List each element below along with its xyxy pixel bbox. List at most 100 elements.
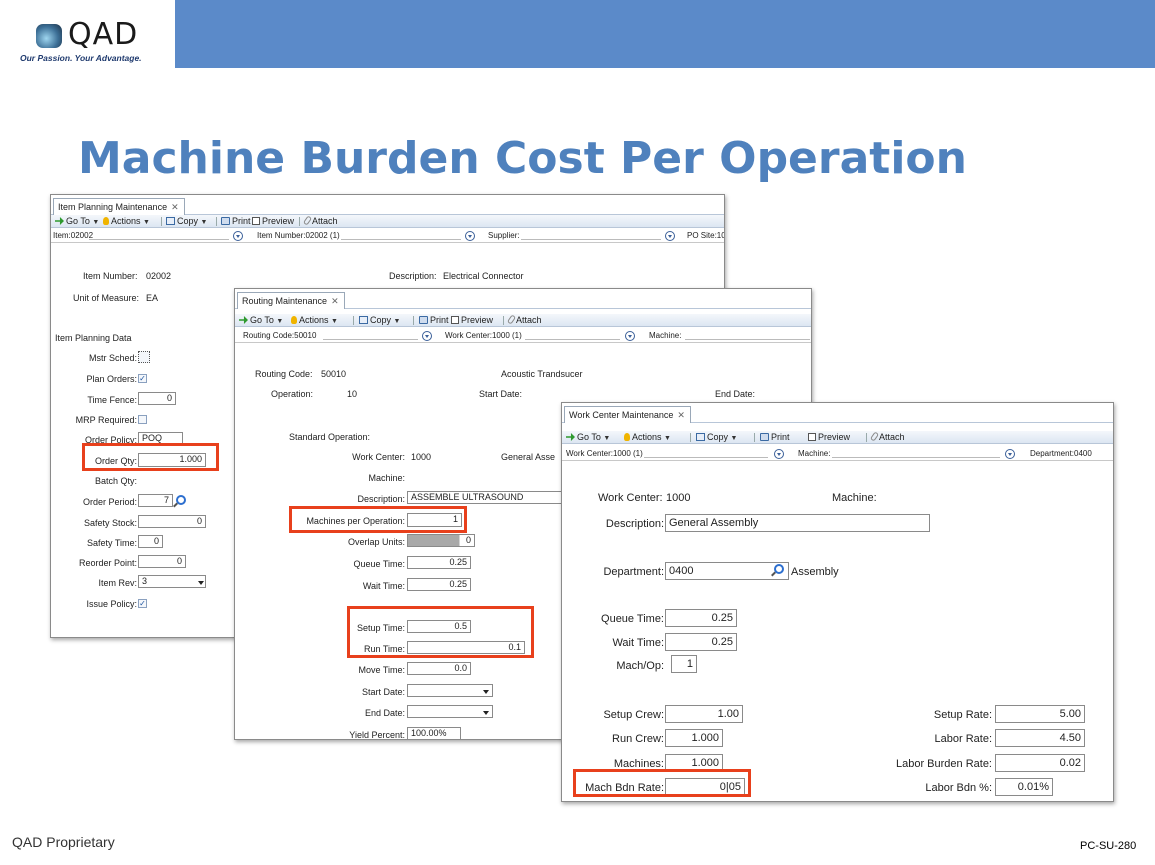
queue-time-field[interactable]: 0.25	[665, 609, 737, 627]
actions-button[interactable]: Actions ▼	[291, 315, 338, 325]
labor-burden-rate-field[interactable]: 0.02	[995, 754, 1085, 772]
mach-op-label: Mach/Op:	[616, 660, 664, 672]
mach-op-field[interactable]: 1	[671, 655, 697, 673]
search-icon[interactable]	[176, 495, 186, 505]
goto-button[interactable]: Go To ▼	[566, 432, 610, 442]
wait-time-field[interactable]: 0.25	[665, 633, 737, 651]
copy-button[interactable]: Copy ▼	[359, 315, 400, 325]
filter-item-number: Item Number:02002 (1)	[257, 231, 340, 240]
filter-dropdown-icon[interactable]	[233, 231, 243, 241]
qad-logo: QAD Our Passion. Your Advantage.	[0, 0, 175, 68]
actions-button[interactable]: Actions ▼	[624, 432, 671, 442]
chevron-down-icon[interactable]	[483, 711, 489, 715]
paperclip-icon	[302, 215, 313, 226]
work-center-description: General Asse	[501, 452, 556, 462]
department-field[interactable]: 0400	[665, 562, 789, 580]
copy-button[interactable]: Copy ▼	[696, 432, 737, 442]
wait-time-label: Wait Time:	[362, 581, 405, 591]
queue-time-label: Queue Time:	[601, 613, 664, 625]
filter-bar: Routing Code:50010 Work Center:1000 (1) …	[235, 329, 811, 343]
safety-time-field[interactable]: 0	[138, 535, 163, 548]
setup-rate-field[interactable]: 5.00	[995, 705, 1085, 723]
filter-dropdown-icon[interactable]	[625, 331, 635, 341]
item-rev-select[interactable]: 3	[138, 575, 206, 588]
filter-dropdown-icon[interactable]	[774, 449, 784, 459]
labor-rate-field[interactable]: 4.50	[995, 729, 1085, 747]
end-date-field[interactable]	[407, 705, 493, 718]
goto-button[interactable]: Go To ▼	[239, 315, 283, 325]
filter-machine: Machine:	[649, 331, 682, 340]
order-period-field[interactable]: 7	[138, 494, 173, 507]
filter-dropdown-icon[interactable]	[665, 231, 675, 241]
labor-bdn-pct-label: Labor Bdn %:	[925, 782, 992, 794]
routing-code-value: 50010	[321, 369, 347, 379]
tab-routing[interactable]: Routing Maintenance ✕	[237, 292, 345, 309]
reorder-point-field[interactable]: 0	[138, 555, 186, 568]
plan-orders-checkbox[interactable]: ✓	[138, 374, 147, 383]
plan-orders-label: Plan Orders:	[86, 374, 137, 384]
preview-button[interactable]: Preview	[808, 432, 850, 442]
print-button[interactable]: Print	[419, 315, 449, 325]
print-button[interactable]: Print	[760, 432, 790, 442]
tab-item-planning[interactable]: Item Planning Maintenance ✕	[53, 198, 185, 215]
queue-time-field[interactable]: 0.25	[407, 556, 471, 569]
attach-button[interactable]: Attach	[506, 314, 542, 325]
close-icon[interactable]: ✕	[677, 410, 685, 420]
start-date-label: Start Date:	[361, 687, 405, 697]
preview-button[interactable]: Preview	[252, 216, 294, 226]
goto-button[interactable]: Go To ▼	[55, 216, 99, 226]
move-time-field[interactable]: 0.0	[407, 662, 471, 675]
wait-time-field[interactable]: 0.25	[407, 578, 471, 591]
work-center-value: 1000	[666, 492, 691, 504]
mrp-required-label: MRP Required:	[75, 415, 137, 425]
mstr-sched-checkbox[interactable]	[138, 351, 150, 363]
chevron-down-icon[interactable]	[198, 581, 204, 585]
issue-policy-checkbox[interactable]: ✓	[138, 599, 147, 608]
overlap-units-field[interactable]: 0	[407, 534, 475, 547]
preview-button[interactable]: Preview	[451, 315, 493, 325]
issue-policy-label: Issue Policy:	[86, 599, 137, 609]
uom-label: Unit of Measure:	[73, 293, 140, 303]
yield-percent-field[interactable]: 100.00%	[407, 727, 461, 739]
machine-label: Machine:	[832, 492, 877, 504]
move-time-label: Move Time:	[358, 665, 405, 675]
end-date-header-label: End Date:	[715, 389, 756, 399]
time-fence-field[interactable]: 0	[138, 392, 176, 405]
labor-bdn-pct-field[interactable]: 0.01%	[995, 778, 1053, 796]
attach-button[interactable]: Attach	[869, 431, 905, 442]
section-heading: Item Planning Data	[55, 333, 132, 343]
close-icon[interactable]: ✕	[331, 296, 339, 306]
print-button[interactable]: Print	[221, 216, 251, 226]
attach-button[interactable]: Attach	[302, 215, 338, 226]
copy-icon	[166, 217, 175, 225]
tab-work-center[interactable]: Work Center Maintenance ✕	[564, 406, 691, 423]
setup-crew-field[interactable]: 1.00	[665, 705, 743, 723]
goto-icon	[55, 217, 64, 225]
highlight-mach-bdn-rate	[573, 769, 751, 797]
order-period-label: Order Period:	[82, 497, 137, 507]
highlight-order-qty	[82, 443, 219, 471]
mrp-required-checkbox[interactable]	[138, 415, 147, 424]
search-icon[interactable]	[774, 564, 784, 574]
chevron-down-icon[interactable]	[483, 690, 489, 694]
preview-icon	[451, 316, 459, 324]
lightbulb-icon	[103, 217, 109, 225]
safety-stock-field[interactable]: 0	[138, 515, 206, 528]
description-field[interactable]: General Assembly	[665, 514, 930, 532]
start-date-field[interactable]	[407, 684, 493, 697]
run-crew-field[interactable]: 1.000	[665, 729, 723, 747]
filter-dropdown-icon[interactable]	[465, 231, 475, 241]
copy-button[interactable]: Copy ▼	[166, 216, 207, 226]
slide-title: Machine Burden Cost Per Operation	[78, 133, 967, 184]
filter-dropdown-icon[interactable]	[1005, 449, 1015, 459]
paperclip-icon	[869, 431, 880, 442]
machine-label: Machine:	[368, 473, 405, 483]
close-icon[interactable]: ✕	[171, 202, 179, 212]
actions-button[interactable]: Actions ▼	[103, 216, 150, 226]
filter-dropdown-icon[interactable]	[422, 331, 432, 341]
item-number-value: 02002	[146, 271, 172, 281]
filter-bar: Item:02002 Item Number:02002 (1) Supplie…	[51, 229, 724, 243]
queue-time-label: Queue Time:	[353, 559, 405, 569]
start-date-header-label: Start Date:	[479, 389, 523, 399]
operation-value: 10	[347, 389, 358, 399]
